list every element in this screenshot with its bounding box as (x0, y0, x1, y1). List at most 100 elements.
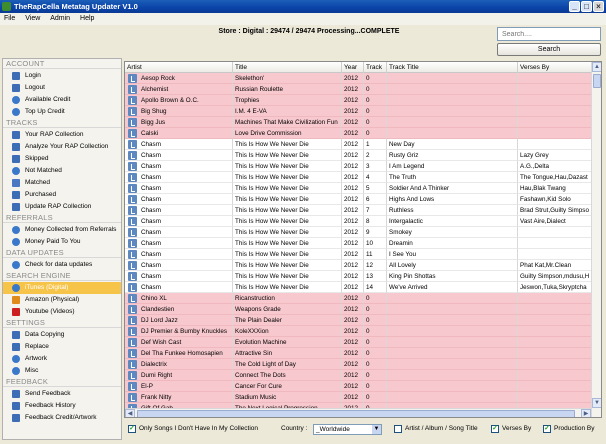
vertical-scroll-thumb[interactable] (593, 74, 601, 88)
sidebar-item[interactable]: Youtube (Videos) (3, 306, 121, 318)
scroll-up-arrow-icon[interactable]: ▲ (592, 62, 601, 72)
table-row[interactable]: Chino XL Ricanstruction 2012 0 (125, 293, 591, 304)
table-row[interactable]: Def Wish Cast Evolution Machine 2012 0 (125, 337, 591, 348)
sidebar-item[interactable]: Check for data updates (3, 259, 121, 271)
table-row[interactable]: Apollo Brown & O.C. Trophies 2012 0 (125, 95, 591, 106)
sidebar-item[interactable]: Money Paid To You (3, 236, 121, 248)
column-track[interactable]: Track (364, 62, 387, 73)
cell-text: This Is How We Never Die (235, 207, 309, 214)
sidebar-item[interactable]: Misc (3, 365, 121, 377)
menu-file[interactable]: File (0, 13, 19, 25)
cell-track-title: I Am Legend (387, 161, 518, 172)
table-row[interactable]: Chasm This Is How We Never Die 2012 10 Dream… (125, 238, 591, 249)
table-row[interactable]: Aesop Rock Skelethon' 2012 0 (125, 73, 591, 84)
sidebar-item[interactable]: Send Feedback (3, 388, 121, 400)
column-year[interactable]: Year (342, 62, 364, 73)
chevron-down-icon[interactable]: ▼ (372, 425, 381, 434)
cell-text: Chasm (141, 251, 161, 258)
menu-view[interactable]: View (21, 13, 44, 25)
minimize-button[interactable]: _ (569, 1, 580, 12)
scroll-down-arrow-icon[interactable]: ▼ (592, 398, 601, 408)
sidebar-item[interactable]: Login (3, 70, 121, 82)
table-row[interactable]: Chasm This Is How We Never Die 2012 11 I See… (125, 249, 591, 260)
music-note-icon (128, 360, 137, 369)
sidebar-item[interactable]: Analyze Your RAP Collection (3, 141, 121, 153)
horizontal-scrollbar[interactable]: ◀ ▶ (125, 408, 591, 417)
cell-artist: Apollo Brown & O.C. (125, 95, 233, 106)
table-row[interactable]: Frank Nitty Stadium Music 2012 0 (125, 392, 591, 403)
column-track-title[interactable]: Track Title (387, 62, 518, 73)
verses-by-checkbox[interactable]: ✓ (491, 425, 499, 433)
artist-album-checkbox[interactable] (394, 425, 402, 433)
only-songs-checkbox[interactable]: ✓ (128, 425, 136, 433)
close-button[interactable]: × (593, 1, 604, 12)
cell-text: Big Shug (141, 108, 167, 115)
table-row[interactable]: Chasm This Is How We Never Die 2012 9 Smokey (125, 227, 591, 238)
country-select[interactable]: _Worldwide ▼ (313, 424, 382, 435)
maximize-button[interactable]: □ (581, 1, 592, 12)
sidebar-item[interactable]: Feedback History (3, 400, 121, 412)
table-row[interactable]: Chasm This Is How We Never Die 2012 12 All L… (125, 260, 591, 271)
sidebar-item[interactable]: Artwork (3, 353, 121, 365)
sidebar-item[interactable]: Available Credit (3, 94, 121, 106)
sidebar-item[interactable]: Logout (3, 82, 121, 94)
cell-title: Ricanstruction (233, 293, 342, 304)
sidebar-item[interactable]: Data Copying (3, 329, 121, 341)
table-row[interactable]: Clandestien Weapons Grade 2012 0 (125, 304, 591, 315)
column-verses-by[interactable]: Verses By (518, 62, 591, 73)
table-row[interactable]: Dumi Right Connect The Dots 2012 0 (125, 370, 591, 381)
table-row[interactable]: Chasm This Is How We Never Die 2012 3 I Am L… (125, 161, 591, 172)
sidebar-item[interactable]: iTunes (Digital) (3, 282, 121, 294)
cell-artist: Chasm (125, 271, 233, 282)
scroll-right-arrow-icon[interactable]: ▶ (581, 409, 591, 417)
scroll-left-arrow-icon[interactable]: ◀ (125, 409, 135, 417)
table-row[interactable]: Chasm This Is How We Never Die 2012 7 Ruthle… (125, 205, 591, 216)
cell-track: 1 (364, 139, 387, 150)
table-row[interactable]: Chasm This Is How We Never Die 2012 8 Interg… (125, 216, 591, 227)
table-row[interactable]: Chasm This Is How We Never Die 2012 4 The Tr… (125, 172, 591, 183)
sidebar-item[interactable]: Skipped (3, 153, 121, 165)
vertical-scrollbar[interactable]: ▲ ▼ (591, 62, 601, 417)
sidebar-item[interactable]: Amazon (Physical) (3, 294, 121, 306)
table-row[interactable]: Calski Love Drive Commission 2012 0 (125, 128, 591, 139)
table-row[interactable]: Dialectrix The Cold Light of Day 2012 0 (125, 359, 591, 370)
table-row[interactable]: Chasm This Is How We Never Die 2012 5 Soldie… (125, 183, 591, 194)
table-row[interactable]: El-P Cancer For Cure 2012 0 (125, 381, 591, 392)
menu-admin[interactable]: Admin (46, 13, 74, 25)
table-row[interactable]: Chasm This Is How We Never Die 2012 2 Rusty … (125, 150, 591, 161)
table-row[interactable]: Chasm This Is How We Never Die 2012 6 Highs … (125, 194, 591, 205)
table-row[interactable]: Bigg Jus Machines That Make Civilization … (125, 117, 591, 128)
table-row[interactable]: Chasm This Is How We Never Die 2012 1 New Da… (125, 139, 591, 150)
sidebar-item[interactable]: Top Up Credit (3, 106, 121, 118)
sidebar-item[interactable]: Money Collected from Referrals (3, 224, 121, 236)
sidebar-item[interactable]: Matched (3, 177, 121, 189)
section-header: SEARCH ENGINE (3, 271, 121, 281)
horizontal-scroll-thumb[interactable] (137, 410, 575, 417)
cell-text: 5 (366, 185, 370, 192)
table-row[interactable]: DJ Lord Jazz The Plain Dealer 2012 0 (125, 315, 591, 326)
cell-text: 2012 (344, 174, 359, 181)
table-row[interactable]: Alchemist Russian Roulette 2012 0 (125, 84, 591, 95)
search-button[interactable]: Search (497, 43, 601, 56)
sidebar-item[interactable]: Update RAP Collection (3, 201, 121, 213)
menu-help[interactable]: Help (76, 13, 98, 25)
table-row[interactable]: Chasm This Is How We Never Die 2012 14 We've… (125, 282, 591, 293)
cell-text: Dialectrix (141, 361, 167, 368)
sidebar-item[interactable]: Purchased (3, 189, 121, 201)
sidebar-item[interactable]: Your RAP Collection (3, 129, 121, 141)
sidebar-item[interactable]: Replace (3, 341, 121, 353)
table-row[interactable]: Big Shug I.M. 4 E-VA 2012 0 (125, 106, 591, 117)
music-note-icon (128, 118, 137, 127)
table-row[interactable]: DJ Premier & Bumby Knuckles KoleXXXion 201… (125, 326, 591, 337)
music-note-icon (128, 217, 137, 226)
note-icon (12, 179, 20, 187)
sidebar-item[interactable]: Not Matched (3, 165, 121, 177)
column-title[interactable]: Title (233, 62, 342, 73)
table-row[interactable]: Del Tha Funkee Homosapien Attractive Sin 2… (125, 348, 591, 359)
sidebar-item[interactable]: Feedback Credit/Artwork (3, 412, 121, 424)
cell-verses-by: Hau,Blak Twang (518, 183, 591, 194)
search-input[interactable] (497, 27, 601, 41)
production-by-checkbox[interactable]: ✓ (543, 425, 551, 433)
column-artist[interactable]: Artist (125, 62, 233, 73)
table-row[interactable]: Chasm This Is How We Never Die 2012 13 King … (125, 271, 591, 282)
